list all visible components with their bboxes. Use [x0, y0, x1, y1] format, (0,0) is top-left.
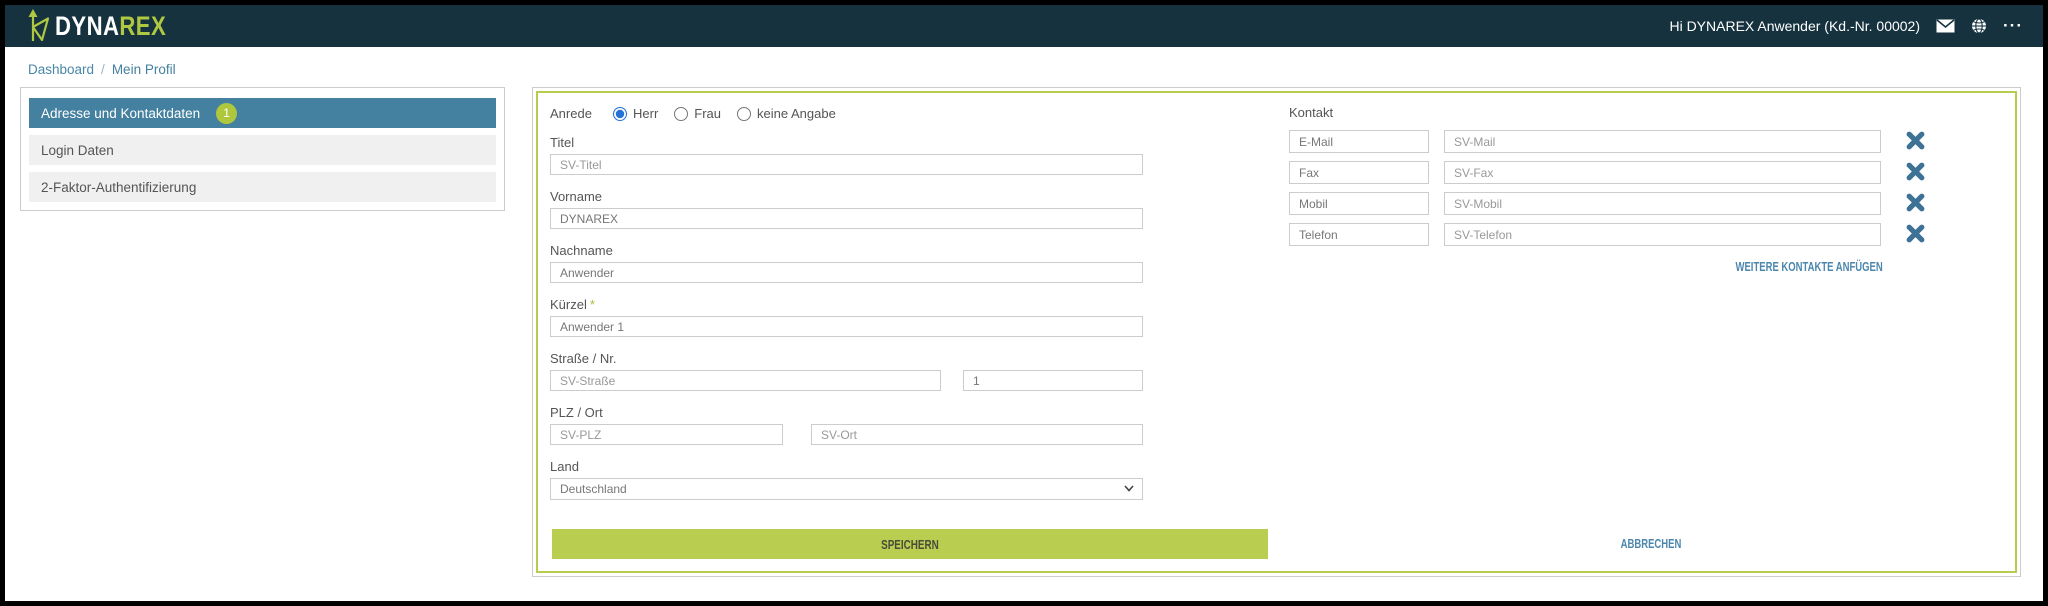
hausnummer-input[interactable]: [963, 370, 1143, 391]
nachname-field-group: Nachname: [550, 243, 1143, 283]
close-icon: [1905, 223, 1926, 247]
strasse-nr-field-group: Straße / Nr.: [550, 351, 1143, 391]
kontakt-type-input[interactable]: [1289, 130, 1429, 153]
remove-contact-button[interactable]: [1904, 193, 1926, 215]
mail-icon[interactable]: [1936, 19, 1955, 33]
app-window: DYNAREX Hi DYNAREX Anwender (Kd.-Nr. 000…: [5, 5, 2043, 601]
plz-ort-field-group: PLZ / Ort: [550, 405, 1143, 445]
kontakt-label: Kontakt: [1289, 105, 1334, 120]
land-select[interactable]: Deutschland: [550, 478, 1143, 500]
profile-section-sidebar: Adresse und Kontaktdaten 1 Login Daten 2…: [20, 87, 505, 211]
remove-contact-button[interactable]: [1904, 224, 1926, 246]
ort-input[interactable]: [811, 424, 1143, 445]
form-inner-container: Anrede Herr Frau keine Angabe Titel SV-T…: [536, 91, 2017, 573]
kuerzel-label: Kürzel *: [550, 297, 595, 312]
kontakt-type-input[interactable]: [1289, 161, 1429, 184]
kontakt-type-input[interactable]: [1289, 192, 1429, 215]
nachname-input[interactable]: [550, 262, 1143, 283]
kontakt-value-input[interactable]: [1444, 223, 1881, 246]
strasse-nr-label: Straße / Nr.: [550, 351, 617, 366]
anrede-radio-group: Herr Frau keine Angabe: [613, 106, 836, 121]
titel-field-group: Titel: [550, 135, 1143, 175]
plz-input[interactable]: [550, 424, 783, 445]
plz-ort-label: PLZ / Ort: [550, 405, 603, 420]
kontakt-row-fax: [1289, 161, 1926, 184]
user-greeting: Hi DYNAREX Anwender (Kd.-Nr. 00002): [1669, 18, 1921, 34]
save-button[interactable]: SPEICHERN: [552, 529, 1268, 559]
breadcrumb-current-page: Mein Profil: [111, 62, 176, 77]
sidebar-item-label: Login Daten: [41, 142, 114, 158]
frau-radio[interactable]: [674, 106, 689, 121]
keine-angabe-radio[interactable]: [737, 106, 752, 121]
vorname-label: Vorname: [550, 189, 603, 204]
sidebar-item-label: Adresse und Kontaktdaten: [41, 105, 201, 121]
sidebar-item-label: 2-Faktor-Authentifizierung: [41, 179, 197, 195]
radio-option-herr[interactable]: Herr: [613, 106, 658, 121]
breadcrumb: Dashboard / Mein Profil: [28, 62, 176, 77]
add-contact-row: WEITERE KONTAKTE ANFÜGEN: [1289, 258, 1926, 276]
anrede-label: Anrede: [550, 106, 592, 121]
kontakt-row-telefon: [1289, 223, 1926, 246]
vorname-field-group: Vorname: [550, 189, 1143, 229]
add-contact-link[interactable]: WEITERE KONTAKTE ANFÜGEN: [1736, 260, 1883, 274]
sidebar-item-2-faktor-authentifizierung[interactable]: 2-Faktor-Authentifizierung: [29, 172, 496, 202]
kontakt-row-email: [1289, 130, 1926, 153]
remove-contact-button[interactable]: [1904, 131, 1926, 153]
kontakt-value-input[interactable]: [1444, 130, 1881, 153]
herr-radio[interactable]: [613, 106, 627, 121]
radio-option-frau[interactable]: Frau: [674, 106, 721, 121]
breadcrumb-separator: /: [101, 62, 105, 77]
close-icon: [1905, 130, 1926, 154]
close-icon: [1905, 161, 1926, 185]
address-form-column: Anrede Herr Frau keine Angabe Titel SV-T…: [550, 105, 1143, 514]
titel-input[interactable]: [550, 154, 1143, 175]
sidebar-item-adresse-und-kontaktdaten[interactable]: Adresse und Kontaktdaten 1: [29, 98, 496, 128]
land-field-group: Land Deutschland: [550, 459, 1143, 500]
globe-icon[interactable]: [1971, 18, 1987, 34]
anrede-field-row: Anrede Herr Frau keine Angabe: [550, 105, 1143, 122]
cancel-button[interactable]: ABBRECHEN: [1611, 537, 1691, 551]
nachname-label: Nachname: [550, 243, 613, 258]
sidebar-item-login-daten[interactable]: Login Daten: [29, 135, 496, 165]
strasse-input[interactable]: [550, 370, 941, 391]
close-icon: [1905, 192, 1926, 216]
required-asterisk: *: [589, 297, 595, 312]
breadcrumb-dashboard-link[interactable]: Dashboard: [28, 62, 94, 77]
vorname-input[interactable]: [550, 208, 1143, 229]
radio-option-keine-angabe[interactable]: keine Angabe: [737, 106, 836, 121]
more-icon[interactable]: ···: [2003, 17, 2023, 34]
dynarex-logo[interactable]: DYNAREX: [25, 5, 191, 47]
kontakt-value-input[interactable]: [1444, 161, 1881, 184]
dynarex-logo-icon: [25, 8, 51, 44]
kontakt-value-input[interactable]: [1444, 192, 1881, 215]
top-header-bar: DYNAREX Hi DYNAREX Anwender (Kd.-Nr. 000…: [5, 5, 2043, 47]
logo-text: DYNAREX: [55, 11, 167, 41]
titel-label: Titel: [550, 135, 575, 150]
step-badge: 1: [216, 102, 238, 124]
kuerzel-input[interactable]: [550, 316, 1143, 337]
profile-form-panel: Anrede Herr Frau keine Angabe Titel SV-T…: [532, 87, 2021, 577]
kontakt-column: Kontakt E-Mail SV-Mail Fax SV-Fax Mobil …: [1289, 105, 1926, 276]
kontakt-row-mobil: [1289, 192, 1926, 215]
kontakt-type-input[interactable]: [1289, 223, 1429, 246]
kuerzel-field-group: Kürzel *: [550, 297, 1143, 337]
land-label: Land: [550, 459, 579, 474]
remove-contact-button[interactable]: [1904, 162, 1926, 184]
